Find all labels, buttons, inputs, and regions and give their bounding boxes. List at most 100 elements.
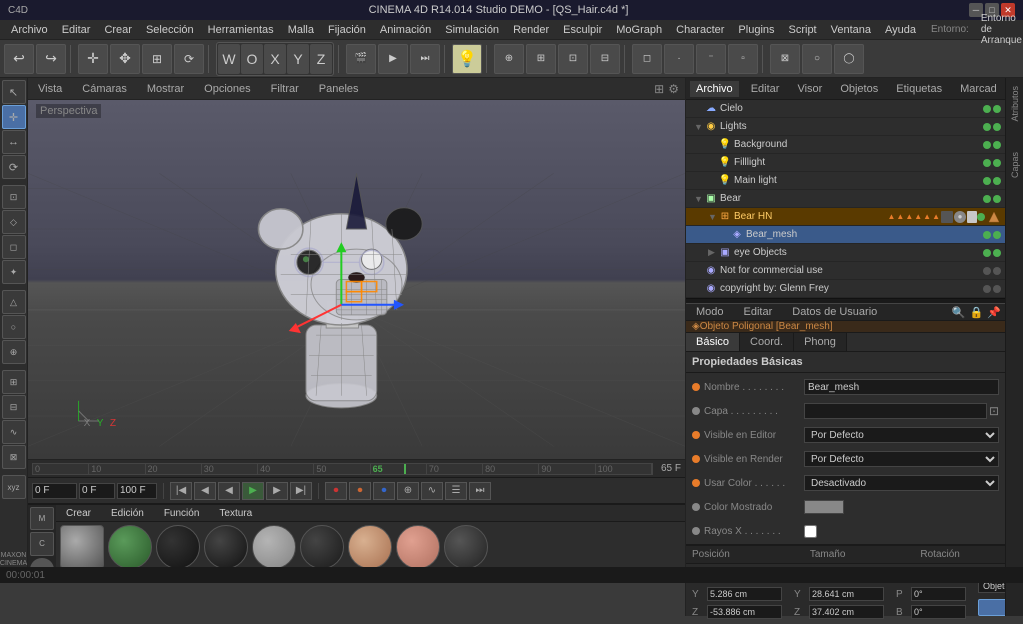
- prop-color-swatch[interactable]: [804, 500, 844, 514]
- props-search-icon[interactable]: 🔍: [952, 306, 966, 319]
- cielo-vis-editor[interactable]: [983, 105, 991, 113]
- tool-scale[interactable]: ↔: [2, 130, 26, 154]
- hide-btn[interactable]: ◯: [834, 44, 864, 74]
- eyeobj-vis-editor[interactable]: [983, 249, 991, 257]
- menu-plugins[interactable]: Plugins: [731, 22, 781, 38]
- mat-tool-1[interactable]: M: [30, 507, 54, 530]
- props-mode-editar[interactable]: Editar: [738, 304, 779, 320]
- mainlight-vis-editor[interactable]: [983, 177, 991, 185]
- menu-malla[interactable]: Malla: [281, 22, 321, 38]
- prop-nombre-input[interactable]: [804, 379, 999, 395]
- menu-esculpir[interactable]: Esculpir: [556, 22, 609, 38]
- props-lock-icon[interactable]: 🔒: [970, 306, 984, 319]
- bearhn-tag-8[interactable]: ●: [954, 211, 966, 223]
- prop-usar-color-select[interactable]: Desactivado Siempre Auto: [804, 475, 999, 491]
- menu-script[interactable]: Script: [782, 22, 824, 38]
- obj-tab-objetos[interactable]: Objetos: [834, 81, 884, 97]
- menu-character[interactable]: Character: [669, 22, 731, 38]
- size-z-input[interactable]: [809, 605, 884, 619]
- obj-mode-btn[interactable]: ◻: [632, 44, 662, 74]
- bearhn-tag-9[interactable]: [967, 211, 977, 223]
- play-reverse-btn[interactable]: ◀: [218, 482, 240, 500]
- nfcu-vis-editor[interactable]: [983, 267, 991, 275]
- snap-btn[interactable]: ⊕: [494, 44, 524, 74]
- tool-1[interactable]: ⊡: [2, 185, 26, 209]
- menu-archivo[interactable]: Archivo: [4, 22, 55, 38]
- pos-z-input[interactable]: [707, 605, 782, 619]
- obj-tab-archivo[interactable]: Archivo: [690, 81, 739, 97]
- render-all-btn[interactable]: ⏭: [410, 44, 440, 74]
- obj-row-eyeobjects[interactable]: ▶ ▣ eye Objects: [686, 244, 1005, 262]
- tool-2[interactable]: ◇: [2, 210, 26, 234]
- tool-7[interactable]: ⊕: [2, 340, 26, 364]
- obj-tab-editar[interactable]: Editar: [745, 81, 786, 97]
- menu-ventana[interactable]: Ventana: [824, 22, 878, 38]
- vp-maximize-icon[interactable]: ⊞: [654, 82, 664, 96]
- viewport-3d[interactable]: X Y Z Perspectiva: [28, 100, 685, 459]
- sym-btn[interactable]: ⊟: [590, 44, 620, 74]
- vp-tab-camaras[interactable]: Cámaras: [78, 81, 131, 97]
- tool-9[interactable]: ⊟: [2, 395, 26, 419]
- obj-row-bearhn[interactable]: ▼ ⊞ Bear HN ▲ ▲ ▲ ▲ ▲ ▲ ●: [686, 208, 1005, 226]
- menu-seleccion[interactable]: Selección: [139, 22, 201, 38]
- menu-crear[interactable]: Crear: [97, 22, 139, 38]
- go-start-btn[interactable]: |◀: [170, 482, 192, 500]
- props-tab-phong[interactable]: Phong: [794, 333, 847, 351]
- cielo-vis-render[interactable]: [993, 105, 1001, 113]
- tool-3[interactable]: ◻: [2, 235, 26, 259]
- light-btn[interactable]: 💡: [452, 44, 482, 74]
- tool-move[interactable]: ✛: [2, 105, 26, 129]
- undo-btn[interactable]: ↩: [4, 44, 34, 74]
- timeline-ruler[interactable]: 0 10 20 30 40 50 65 70 80 90 100: [32, 463, 653, 475]
- grid-btn[interactable]: ⊞: [526, 44, 556, 74]
- props-mode-datos[interactable]: Datos de Usuario: [786, 304, 883, 320]
- prop-vis-render-select[interactable]: Por Defecto Siempre Nunca: [804, 451, 999, 467]
- vtab-atributos[interactable]: Atributos: [1008, 82, 1022, 126]
- obj-row-bear[interactable]: ▼ ▣ Bear: [686, 190, 1005, 208]
- tool-10[interactable]: ∿: [2, 420, 26, 444]
- solo-btn[interactable]: ○: [802, 44, 832, 74]
- record-btn[interactable]: ⏺: [325, 482, 347, 500]
- prop-capa-btn[interactable]: ⊡: [989, 404, 999, 418]
- obj-tab-visor[interactable]: Visor: [791, 81, 828, 97]
- scale-btn[interactable]: ⊞: [142, 44, 172, 74]
- copy-vis-editor[interactable]: [983, 285, 991, 293]
- motion-path-btn[interactable]: ∿: [421, 482, 443, 500]
- bearhn-tag-7[interactable]: [941, 211, 953, 223]
- poly-mode-btn[interactable]: ▫: [728, 44, 758, 74]
- redo-btn[interactable]: ↪: [36, 44, 66, 74]
- mainlight-vis-render[interactable]: [993, 177, 1001, 185]
- bear-expand[interactable]: ▼: [694, 194, 704, 204]
- render-region-btn[interactable]: 🎬: [346, 44, 376, 74]
- bearhn-tag-2[interactable]: ▲: [896, 212, 904, 221]
- bearhn-vis-render[interactable]: [988, 211, 1000, 223]
- eyeobj-vis-render[interactable]: [993, 249, 1001, 257]
- tool-12[interactable]: xyz: [2, 475, 26, 499]
- prop-capa-input[interactable]: [804, 403, 987, 419]
- bearmesh-vis-render[interactable]: [993, 231, 1001, 239]
- record-play-btn[interactable]: ⏭: [469, 482, 491, 500]
- play-btn[interactable]: ▶: [242, 482, 264, 500]
- menu-mograph[interactable]: MoGraph: [609, 22, 669, 38]
- tool-rotate[interactable]: ⟳: [2, 155, 26, 179]
- axis-btn[interactable]: ⊡: [558, 44, 588, 74]
- coord-world-btn[interactable]: W: [218, 44, 240, 74]
- prop-rayosx-checkbox[interactable]: [804, 525, 817, 538]
- coord-z[interactable]: Z: [310, 44, 332, 74]
- menu-editar[interactable]: Editar: [55, 22, 98, 38]
- mat-tab-textura[interactable]: Textura: [215, 508, 256, 519]
- render-view-btn[interactable]: ▶: [378, 44, 408, 74]
- vp-tab-paneles[interactable]: Paneles: [315, 81, 363, 97]
- timeline-btn[interactable]: ☰: [445, 482, 467, 500]
- record-pos-btn[interactable]: ⏺: [349, 482, 371, 500]
- obj-tab-marcad[interactable]: Marcad: [954, 81, 1003, 97]
- mat-tab-edicion[interactable]: Edición: [107, 508, 148, 519]
- tool-8[interactable]: ⊞: [2, 370, 26, 394]
- tool-11[interactable]: ⊠: [2, 445, 26, 469]
- mat-tab-crear[interactable]: Crear: [62, 508, 95, 519]
- bearhn-tag-4[interactable]: ▲: [914, 212, 922, 221]
- tool-4[interactable]: ✦: [2, 260, 26, 284]
- record-rot-btn[interactable]: ⏺: [373, 482, 395, 500]
- props-tab-coord[interactable]: Coord.: [740, 333, 794, 351]
- lights-vis-editor[interactable]: [983, 123, 991, 131]
